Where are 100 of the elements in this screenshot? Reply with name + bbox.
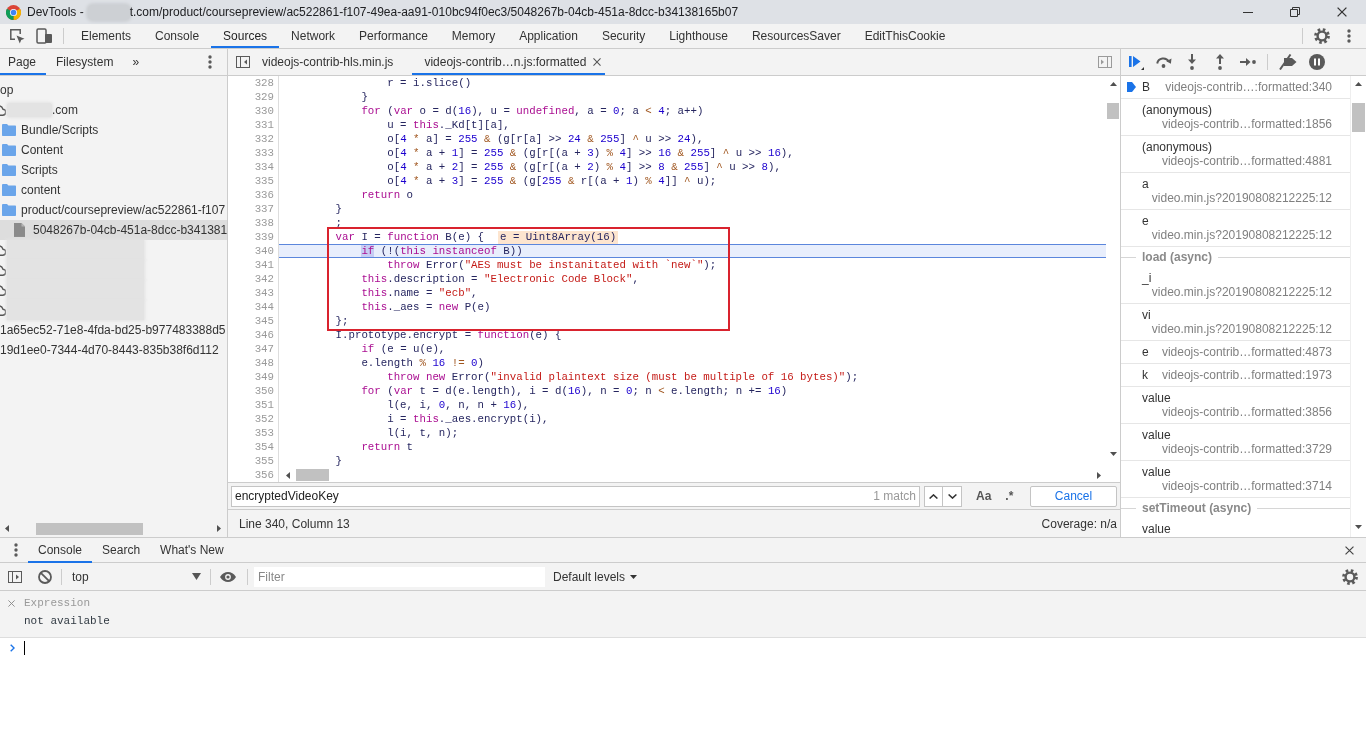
down-arrow-dot-icon[interactable] [1188,54,1196,70]
search-input[interactable]: encryptedVideoKey [232,486,874,506]
cloud-icon [0,104,6,116]
more-tabs-button[interactable]: » [128,49,144,75]
play-bar-icon[interactable] [1128,54,1144,70]
panel-tab[interactable]: Sources [211,24,280,48]
sidebar-toggle-icon[interactable] [1098,56,1112,68]
call-frame[interactable]: k videojs-contrib…formatted:1973 [1121,364,1350,387]
call-frame[interactable]: value videojs-contrib…formatted:3714 [1121,461,1350,498]
restore-icon[interactable] [1290,7,1300,17]
call-frame[interactable]: vi video.min.js?20190808212225:12 [1121,304,1350,341]
panel-tab[interactable]: ResourcesSaver [739,24,853,48]
source-location: videojs-contrib…formatted:1973 [1161,367,1332,383]
eye-icon[interactable] [220,571,236,582]
cancel-button[interactable]: Cancel [1030,485,1117,507]
up-triangle-icon[interactable] [1109,82,1117,86]
panel-tab[interactable]: EditThisCookie [852,24,958,48]
panel-tab[interactable]: Lighthouse [657,24,740,48]
tree-item[interactable]: product/coursepreview/ac522861-f107 [0,200,227,220]
line-number: 344 [254,300,274,314]
tree-item[interactable]: 1a65ec52-71e8-4fda-bd25-b977483388d5 [0,320,227,340]
arc-arrow-icon[interactable] [1156,56,1172,68]
panel-tab[interactable]: Console [143,24,212,48]
right-triangle-icon[interactable] [1097,471,1101,479]
panel-tab[interactable]: Security [589,24,658,48]
inspect-icon[interactable] [9,28,25,44]
left-triangle-icon[interactable] [286,471,290,479]
code-line: }; [335,314,349,328]
down-triangle-icon[interactable] [1355,525,1362,529]
function-name: a [1142,176,1149,191]
tree-item[interactable]: .com [0,100,227,120]
close-icon[interactable] [1337,7,1347,17]
sidebar-toggle-icon[interactable] [8,570,22,583]
pause-circle-icon[interactable] [1309,54,1325,70]
call-frame[interactable]: e videojs-contrib…formatted:4873 [1121,341,1350,364]
call-frame[interactable]: (anonymous) videojs-contrib…formatted:4881 [1121,136,1350,173]
code-line: r = i.slice() [387,76,472,90]
kebab-menu-icon[interactable] [14,543,18,557]
tree-item[interactable]: op [0,80,227,100]
source-location: video.min.js?20190808212225:12 [1151,191,1332,206]
right-triangle-icon[interactable] [217,525,221,532]
drawer-tab[interactable]: Search [92,537,151,563]
log-levels-select[interactable]: Default levels [553,565,638,588]
call-frame[interactable]: B videojs-contrib…:formatted:340 [1121,76,1350,99]
left-triangle-icon[interactable] [5,525,9,532]
panel-tab[interactable]: Memory [439,24,508,48]
settings-icon[interactable] [1342,568,1358,585]
line-number: 333 [254,146,274,160]
tree-item[interactable]: content [0,180,227,200]
code-line: return o [361,188,414,202]
panel-tab[interactable]: Application [507,24,590,48]
call-frame[interactable]: _i video.min.js?20190808212225:12 [1121,267,1350,304]
line-number: 332 [254,132,274,146]
panel-tab[interactable]: Elements [69,24,144,48]
navigator-tab[interactable]: Page [0,49,47,75]
search-field[interactable]: encryptedVideoKey 1 match [231,485,920,507]
panel-tab[interactable]: Performance [347,24,440,48]
slashed-tag-icon[interactable] [1279,54,1297,70]
tree-item[interactable]: Scripts [0,160,227,180]
call-frame[interactable]: value videojs-contrib…formatted:3856 [1121,387,1350,424]
call-frame[interactable]: a video.min.js?20190808212225:12 [1121,173,1350,210]
match-count: 1 match [873,489,916,503]
call-frame[interactable]: e video.min.js?20190808212225:12 [1121,210,1350,247]
scrollbar-thumb[interactable] [1107,103,1119,119]
file-tab[interactable]: videojs-contrib-hls.min.js [250,49,413,75]
kebab-menu-icon[interactable] [1347,29,1351,43]
minimize-icon[interactable] [1243,11,1253,13]
remove-icon[interactable] [8,599,15,607]
previous-match-button[interactable] [924,485,943,507]
up-arrow-dot-icon[interactable] [1216,54,1224,70]
close-icon[interactable] [593,58,602,66]
tree-item[interactable]: Bundle/Scripts [0,120,227,140]
navigator-tab[interactable]: Filesystem [46,49,124,75]
next-match-button[interactable] [943,485,962,507]
call-frame[interactable]: (anonymous) videojs-contrib…formatted:1856 [1121,99,1350,136]
kebab-menu-icon[interactable] [208,55,212,69]
device-icon[interactable] [36,28,52,44]
drawer-tab[interactable]: Console [28,537,93,563]
up-triangle-icon[interactable] [1355,82,1362,86]
settings-icon[interactable] [1314,28,1330,44]
tree-item[interactable]: Content [0,140,227,160]
file-tab[interactable]: videojs-contrib…n.js:formatted [412,49,606,75]
tree-item[interactable]: 19d1ee0-7344-4d70-8443-835b38f6d112 [0,340,227,360]
close-icon[interactable] [1345,545,1354,555]
panel-tab[interactable]: Network [279,24,348,48]
drawer-tab[interactable]: What's New [150,537,234,563]
match-case-button[interactable]: Aa [976,489,992,503]
scrollbar-thumb[interactable] [36,522,143,535]
scrollbar-thumb[interactable] [1352,103,1365,132]
scrollbar-thumb[interactable] [296,469,329,481]
context-select[interactable]: top [62,565,205,588]
sidebar-toggle-icon[interactable] [236,56,250,68]
filter-field[interactable]: Filter [254,566,545,587]
right-arrow-dot-icon[interactable] [1240,58,1256,66]
code-line: throw Error("AES must be instanitated with `new`"); [387,258,717,272]
down-triangle-icon[interactable] [1109,452,1117,456]
circle-slash-icon[interactable] [38,569,52,584]
tree-item[interactable]: 5048267b-04cb-451a-8dcc-b341381 [0,220,227,240]
call-frame[interactable]: value videojs-contrib…formatted:3729 [1121,424,1350,461]
regex-button[interactable]: .* [1005,489,1014,503]
